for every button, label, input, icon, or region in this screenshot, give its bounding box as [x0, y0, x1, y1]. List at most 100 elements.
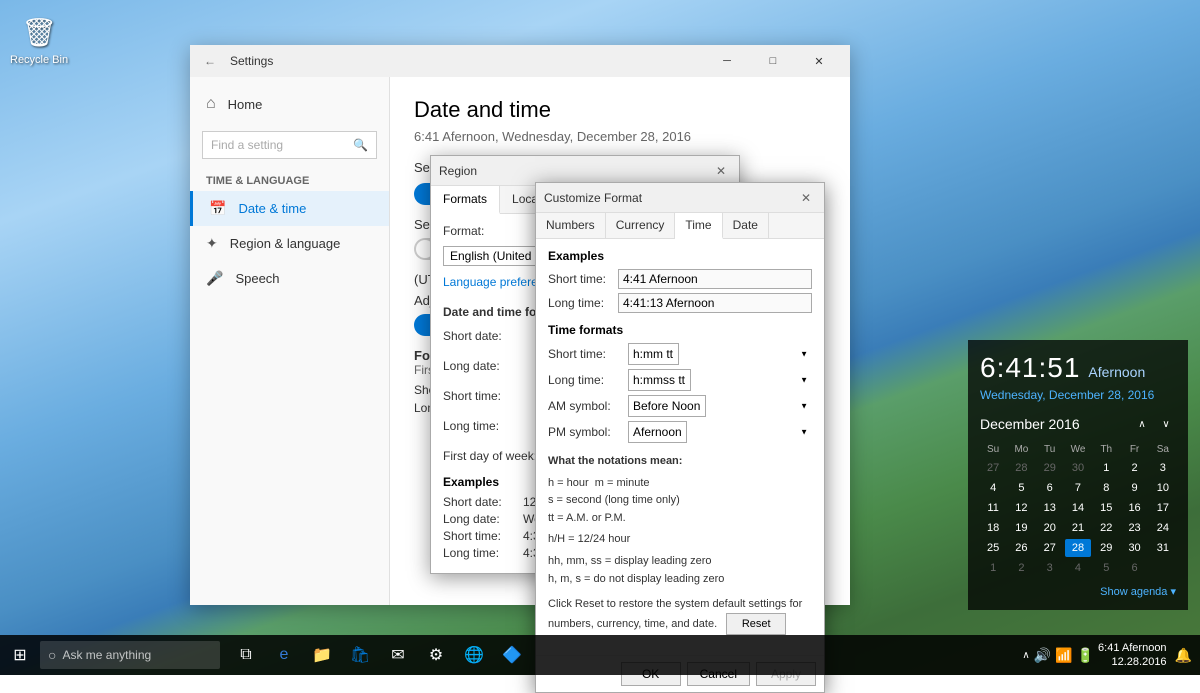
maximize-button[interactable]: □	[750, 45, 796, 77]
cal-day[interactable]: 7	[1065, 479, 1091, 497]
sidebar-item-label-speech: Speech	[235, 271, 279, 286]
cal-day[interactable]: 3	[1037, 559, 1063, 577]
long-time-format-select[interactable]: h:mmss tt	[628, 369, 691, 391]
cal-day[interactable]: 21	[1065, 519, 1091, 537]
cal-day[interactable]: 23	[1121, 519, 1147, 537]
cal-day[interactable]: 28	[1008, 459, 1034, 477]
sidebar-item-speech[interactable]: 🎤 Speech	[190, 261, 389, 296]
chevron-up-icon[interactable]: ∧	[1022, 650, 1029, 661]
cal-day[interactable]: 6	[1121, 559, 1147, 577]
recycle-bin[interactable]: 🗑 Recycle Bin	[10, 10, 68, 66]
file-explorer-icon[interactable]: 📁	[304, 635, 340, 675]
cal-day[interactable]: 20	[1037, 519, 1063, 537]
calendar-icon: 📅	[209, 200, 226, 217]
customize-close[interactable]: ✕	[796, 188, 816, 208]
cal-day[interactable]: 1	[980, 559, 1006, 577]
reset-button[interactable]: Reset	[726, 613, 786, 635]
cal-day[interactable]: 6	[1037, 479, 1063, 497]
battery-icon[interactable]: 🔋	[1077, 647, 1094, 664]
cal-day[interactable]: 11	[980, 499, 1006, 517]
mail-icon[interactable]: ✉	[380, 635, 416, 675]
cal-day[interactable]: 5	[1093, 559, 1119, 577]
cal-day[interactable]: 25	[980, 539, 1006, 557]
cal-day[interactable]: 14	[1065, 499, 1091, 517]
cal-day[interactable]: 19	[1008, 519, 1034, 537]
cal-header-th: Th	[1093, 442, 1119, 457]
cal-day[interactable]: 22	[1093, 519, 1119, 537]
calendar-next-button[interactable]: ∨	[1156, 414, 1176, 434]
cal-day[interactable]: 9	[1121, 479, 1147, 497]
network-icon[interactable]: 📶	[1055, 647, 1072, 664]
minimize-button[interactable]: ─	[704, 45, 750, 77]
cal-day[interactable]: 13	[1037, 499, 1063, 517]
gear-icon: ⚙	[429, 645, 443, 665]
show-agenda-link[interactable]: Show agenda ▾	[980, 585, 1176, 598]
cal-day[interactable]: 16	[1121, 499, 1147, 517]
cal-day[interactable]: 18	[980, 519, 1006, 537]
cal-day[interactable]: 27	[1037, 539, 1063, 557]
app-icon-1[interactable]: 🌐	[456, 635, 492, 675]
first-day-label: First day of week:	[443, 449, 543, 463]
calendar-prev-button[interactable]: ∧	[1132, 414, 1152, 434]
cal-day[interactable]: 29	[1093, 539, 1119, 557]
cal-day[interactable]: 3	[1150, 459, 1176, 477]
notification-icon[interactable]: 🔔	[1175, 647, 1192, 664]
customize-tab-date[interactable]: Date	[723, 213, 769, 238]
close-button[interactable]: ✕	[796, 45, 842, 77]
taskbar-search[interactable]: ○ Ask me anything	[40, 641, 220, 669]
cal-day[interactable]: 15	[1093, 499, 1119, 517]
cal-day[interactable]: 1	[1093, 459, 1119, 477]
edge-browser-icon[interactable]: e	[266, 635, 302, 675]
cal-day[interactable]: 31	[1150, 539, 1176, 557]
region-dialog-close[interactable]: ✕	[711, 161, 731, 181]
customize-tab-time[interactable]: Time	[675, 213, 722, 239]
cal-day[interactable]: 24	[1150, 519, 1176, 537]
sidebar-item-date-time[interactable]: 📅 Date & time	[190, 191, 389, 226]
region-tab-formats[interactable]: Formats	[431, 186, 500, 214]
settings-search[interactable]: Find a setting 🔍	[202, 131, 377, 159]
taskbar-clock[interactable]: 6:41 Afernoon 12.28.2016	[1098, 641, 1171, 670]
cal-day[interactable]: 2	[1121, 459, 1147, 477]
back-button[interactable]: ←	[198, 49, 222, 73]
cal-day[interactable]: 4	[1065, 559, 1091, 577]
sidebar-section-label: Time & language	[190, 167, 389, 191]
clock-date: Wednesday, December 28, 2016	[980, 388, 1176, 402]
cal-day[interactable]: 12	[1008, 499, 1034, 517]
sidebar-home[interactable]: ⌂ Home	[190, 85, 389, 123]
pm-symbol-select[interactable]: Afernoon	[628, 421, 687, 443]
cal-day[interactable]: 4	[980, 479, 1006, 497]
store-icon[interactable]: 🛍	[342, 635, 378, 675]
cal-header-we: We	[1065, 442, 1091, 457]
customize-tab-numbers[interactable]: Numbers	[536, 213, 606, 238]
cal-day[interactable]: 26	[1008, 539, 1034, 557]
cal-day[interactable]: 10	[1150, 479, 1176, 497]
short-time-format-wrapper: h:mm tt ▼	[628, 343, 812, 365]
folder-icon: 📁	[312, 645, 332, 665]
short-time-format-select[interactable]: h:mm tt	[628, 343, 679, 365]
calendar-grid: Su Mo Tu We Th Fr Sa 27 28 29 30 1 2 3 4…	[980, 442, 1176, 577]
customize-content: Examples Short time: 4:41 Afernoon Long …	[536, 239, 824, 655]
speech-icon: 🎤	[206, 270, 223, 287]
click-reset-section: Click Reset to restore the system defaul…	[548, 596, 812, 635]
cal-day[interactable]: 2	[1008, 559, 1034, 577]
sidebar-item-region[interactable]: ✦ Region & language	[190, 226, 389, 261]
mail-badge-icon: ✉	[391, 645, 404, 665]
cal-day[interactable]: 30	[1121, 539, 1147, 557]
am-symbol-select[interactable]: Before Noon	[628, 395, 706, 417]
cal-day[interactable]: 29	[1037, 459, 1063, 477]
cal-day[interactable]: 30	[1065, 459, 1091, 477]
speaker-icon[interactable]: 🔊	[1034, 647, 1051, 664]
task-view-button[interactable]: ⧉	[228, 635, 264, 675]
recycle-bin-label: Recycle Bin	[10, 54, 68, 66]
am-symbol-row: AM symbol: Before Noon ▼	[548, 395, 812, 417]
cal-day[interactable]: 27	[980, 459, 1006, 477]
cal-day[interactable]: 8	[1093, 479, 1119, 497]
customize-tab-currency[interactable]: Currency	[606, 213, 676, 238]
app-icon-2[interactable]: 🔷	[494, 635, 530, 675]
settings-icon[interactable]: ⚙	[418, 635, 454, 675]
ex-long-date-label: Long date:	[443, 512, 523, 526]
cal-day[interactable]: 5	[1008, 479, 1034, 497]
start-button[interactable]: ⊞	[0, 635, 40, 675]
cal-day-today[interactable]: 28	[1065, 539, 1091, 557]
cal-day[interactable]: 17	[1150, 499, 1176, 517]
